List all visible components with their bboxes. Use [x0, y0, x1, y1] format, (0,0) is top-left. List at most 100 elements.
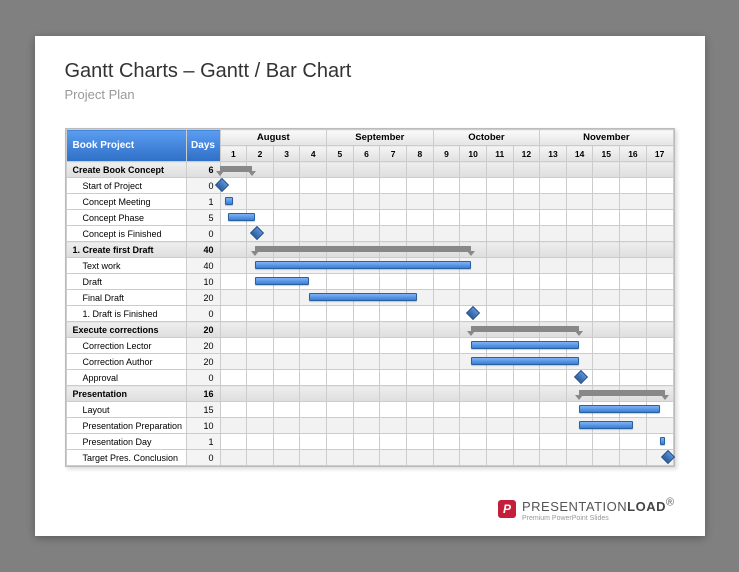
task-days: 20 [186, 338, 220, 354]
day-head: 2 [247, 146, 274, 162]
grid-cell [273, 450, 300, 466]
grid-cell [380, 434, 407, 450]
gantt-row: Target Pres. Conclusion0 [66, 450, 673, 466]
task-days: 10 [186, 418, 220, 434]
grid-cell [247, 194, 274, 210]
grid-cell [220, 418, 247, 434]
grid-cell [300, 418, 327, 434]
grid-cell [620, 194, 647, 210]
grid-cell [406, 178, 433, 194]
grid-cell [353, 354, 380, 370]
task-days: 20 [186, 290, 220, 306]
brand-part-2: LOAD [627, 499, 666, 514]
grid-cell [460, 194, 487, 210]
grid-cell [273, 402, 300, 418]
grid-cell [593, 162, 620, 178]
grid-cell [646, 354, 673, 370]
grid-cell [247, 226, 274, 242]
grid-cell [380, 386, 407, 402]
grid-cell [620, 274, 647, 290]
grid-cell [300, 386, 327, 402]
grid-cell [460, 370, 487, 386]
grid-cell [247, 402, 274, 418]
task-days: 40 [186, 258, 220, 274]
grid-cell [327, 418, 354, 434]
grid-cell [353, 178, 380, 194]
grid-cell [247, 162, 274, 178]
grid-cell [620, 178, 647, 194]
grid-cell [646, 338, 673, 354]
grid-cell [433, 306, 460, 322]
grid-cell [486, 402, 513, 418]
grid-cell [433, 322, 460, 338]
task-days: 40 [186, 242, 220, 258]
task-days: 5 [186, 210, 220, 226]
grid-cell [433, 290, 460, 306]
grid-cell [353, 226, 380, 242]
grid-cell [513, 418, 540, 434]
grid-cell [300, 242, 327, 258]
grid-cell [380, 290, 407, 306]
grid-cell [540, 258, 567, 274]
grid-cell [620, 322, 647, 338]
grid-cell [220, 450, 247, 466]
grid-cell [513, 354, 540, 370]
grid-cell [327, 434, 354, 450]
grid-cell [460, 306, 487, 322]
task-days: 0 [186, 450, 220, 466]
slide-title: Gantt Charts – Gantt / Bar Chart [65, 60, 675, 83]
grid-cell [406, 370, 433, 386]
grid-cell [460, 434, 487, 450]
grid-cell [353, 418, 380, 434]
grid-cell [220, 162, 247, 178]
grid-cell [566, 402, 593, 418]
grid-cell [433, 402, 460, 418]
grid-cell [513, 402, 540, 418]
grid-cell [220, 178, 247, 194]
grid-cell [513, 194, 540, 210]
grid-cell [620, 450, 647, 466]
grid-cell [540, 306, 567, 322]
grid-cell [646, 210, 673, 226]
task-days: 1 [186, 194, 220, 210]
day-head: 1 [220, 146, 247, 162]
day-head: 9 [433, 146, 460, 162]
grid-cell [406, 210, 433, 226]
grid-cell [380, 178, 407, 194]
task-name: Layout [66, 402, 186, 418]
grid-cell [273, 178, 300, 194]
gantt-row: Concept Meeting1 [66, 194, 673, 210]
grid-cell [593, 354, 620, 370]
grid-cell [406, 418, 433, 434]
grid-cell [220, 210, 247, 226]
grid-cell [247, 386, 274, 402]
grid-cell [620, 434, 647, 450]
grid-cell [220, 370, 247, 386]
grid-cell [540, 274, 567, 290]
grid-cell [620, 370, 647, 386]
task-days: 0 [186, 226, 220, 242]
day-head: 10 [460, 146, 487, 162]
brand-text-block: PRESENTATIONLOAD® Premium PowerPoint Sli… [522, 497, 675, 522]
grid-cell [460, 178, 487, 194]
grid-cell [593, 386, 620, 402]
grid-cell [406, 194, 433, 210]
slide: Gantt Charts – Gantt / Bar Chart Project… [35, 36, 705, 536]
grid-cell [593, 194, 620, 210]
brand-tagline: Premium PowerPoint Slides [522, 515, 675, 522]
grid-cell [486, 210, 513, 226]
grid-cell [380, 226, 407, 242]
task-name: Presentation Day [66, 434, 186, 450]
grid-cell [247, 338, 274, 354]
grid-cell [593, 210, 620, 226]
grid-cell [646, 418, 673, 434]
grid-cell [327, 290, 354, 306]
grid-cell [486, 242, 513, 258]
grid-cell [220, 290, 247, 306]
grid-cell [540, 178, 567, 194]
grid-cell [593, 306, 620, 322]
grid-cell [406, 258, 433, 274]
grid-cell [327, 354, 354, 370]
grid-cell [406, 434, 433, 450]
grid-cell [353, 434, 380, 450]
